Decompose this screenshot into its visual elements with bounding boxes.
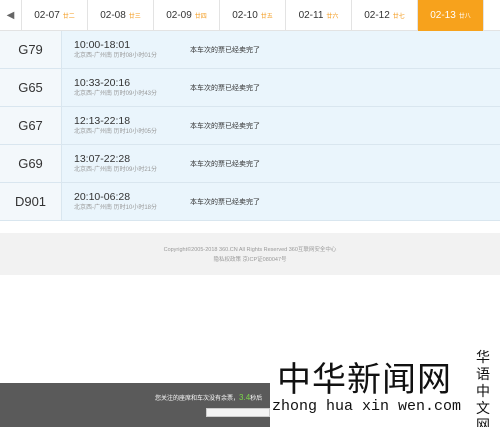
train-time: 20:10-06:28	[74, 190, 131, 203]
date-tab-lunar: 廿五	[260, 14, 273, 20]
train-code[interactable]: G65	[0, 69, 62, 106]
train-row[interactable]: G67 12:13-22:18 北京西-广州南 历时10小时05分 本车次的票已…	[0, 107, 500, 145]
train-time: 10:33-20:16	[74, 76, 131, 89]
train-route: 北京西-广州南 历时09小时43分	[74, 90, 158, 97]
date-tab-date: 02-11	[298, 10, 324, 21]
train-schedule: 13:07-22:28 北京西-广州南 历时09小时21分	[62, 145, 180, 182]
ticket-status: 本车次的票已经卖完了	[190, 84, 260, 92]
date-tab-lunar: 廿七	[392, 14, 405, 20]
watermark-title: 中华新闻网	[277, 360, 452, 400]
no-ticket-notice: 您关注的座席和车次没有余票，3.4秒后	[0, 383, 270, 427]
date-tab[interactable]: 02-11 廿六	[286, 0, 352, 31]
notice-message: 您关注的座席和车次没有余票，3.4秒后	[155, 393, 262, 402]
train-row[interactable]: D901 20:10-06:28 北京西-广州南 历时10小时18分 本车次的票…	[0, 183, 500, 221]
train-row[interactable]: G69 13:07-22:28 北京西-广州南 历时09小时21分 本车次的票已…	[0, 145, 500, 183]
train-time: 10:00-18:01	[74, 38, 131, 51]
train-route: 北京西-广州南 历时10小时18分	[74, 204, 158, 211]
date-tab-date: 02-13	[430, 10, 456, 21]
train-time: 12:13-22:18	[74, 114, 131, 127]
date-tab-lunar: 廿三	[128, 14, 141, 20]
date-tab-date: 02-08	[100, 10, 126, 21]
date-tab-lunar: 廿六	[326, 14, 339, 20]
date-tab[interactable]: 02-09 廿四	[154, 0, 220, 31]
train-row[interactable]: G79 10:00-18:01 北京西-广州南 历时08小时01分 本车次的票已…	[0, 31, 500, 69]
date-bar: ◀ 02-07 廿二 02-08 廿三 02-09 廿四 02-10 廿五 02…	[0, 0, 500, 31]
notice-text-before: 您关注的座席和车次没有余票，	[155, 396, 240, 402]
train-schedule: 10:33-20:16 北京西-广州南 历时09小时43分	[62, 69, 180, 106]
ticket-status: 本车次的票已经卖完了	[190, 160, 260, 168]
notice-input-field[interactable]	[206, 408, 270, 417]
date-tab[interactable]: 02-07 廿二	[22, 0, 88, 31]
notice-text-after: 秒后	[250, 396, 263, 402]
train-code[interactable]: D901	[0, 183, 62, 220]
page-footer: Copyright©2005-2018 360.CN All Rights Re…	[0, 233, 500, 275]
copyright-text: Copyright©2005-2018 360.CN All Rights Re…	[163, 247, 337, 253]
train-route: 北京西-广州南 历时08小时01分	[74, 52, 158, 59]
watermark-url: zhong hua xin wen.com	[272, 398, 462, 415]
prev-dates-button[interactable]: ◀	[0, 0, 22, 31]
date-tab-lunar: 廿八	[458, 14, 471, 20]
date-tab-selected[interactable]: 02-13 廿八	[418, 0, 484, 31]
footer-links[interactable]: 隐私权政策 京ICP证080047号	[213, 255, 286, 263]
date-tab[interactable]: 02-10 廿五	[220, 0, 286, 31]
train-list: G79 10:00-18:01 北京西-广州南 历时08小时01分 本车次的票已…	[0, 31, 500, 221]
watermark-vertical: 华语中文网	[476, 350, 490, 427]
train-code[interactable]: G69	[0, 145, 62, 182]
train-route: 北京西-广州南 历时10小时05分	[74, 128, 158, 135]
date-tab-lunar: 廿四	[194, 14, 207, 20]
notice-countdown: 3.4	[239, 393, 251, 402]
train-route: 北京西-广州南 历时09小时21分	[74, 166, 158, 173]
date-tab-date: 02-10	[232, 10, 258, 21]
date-tab-lunar: 廿二	[62, 14, 75, 20]
date-tab-date: 02-09	[166, 10, 192, 21]
date-tab-date: 02-12	[364, 10, 390, 21]
train-code[interactable]: G67	[0, 107, 62, 144]
train-code[interactable]: G79	[0, 31, 62, 68]
date-tab[interactable]: 02-12 廿七	[352, 0, 418, 31]
ticket-status: 本车次的票已经卖完了	[190, 122, 260, 130]
train-schedule: 12:13-22:18 北京西-广州南 历时10小时05分	[62, 107, 180, 144]
date-tab-date: 02-07	[34, 10, 60, 21]
train-row[interactable]: G65 10:33-20:16 北京西-广州南 历时09小时43分 本车次的票已…	[0, 69, 500, 107]
train-time: 13:07-22:28	[74, 152, 131, 165]
date-bar-spacer	[484, 0, 500, 31]
ticket-status: 本车次的票已经卖完了	[190, 198, 260, 206]
train-schedule: 10:00-18:01 北京西-广州南 历时08小时01分	[62, 31, 180, 68]
date-tab[interactable]: 02-08 廿三	[88, 0, 154, 31]
train-schedule: 20:10-06:28 北京西-广州南 历时10小时18分	[62, 183, 180, 220]
ticket-status: 本车次的票已经卖完了	[190, 46, 260, 54]
chevron-left-icon: ◀	[6, 10, 15, 21]
